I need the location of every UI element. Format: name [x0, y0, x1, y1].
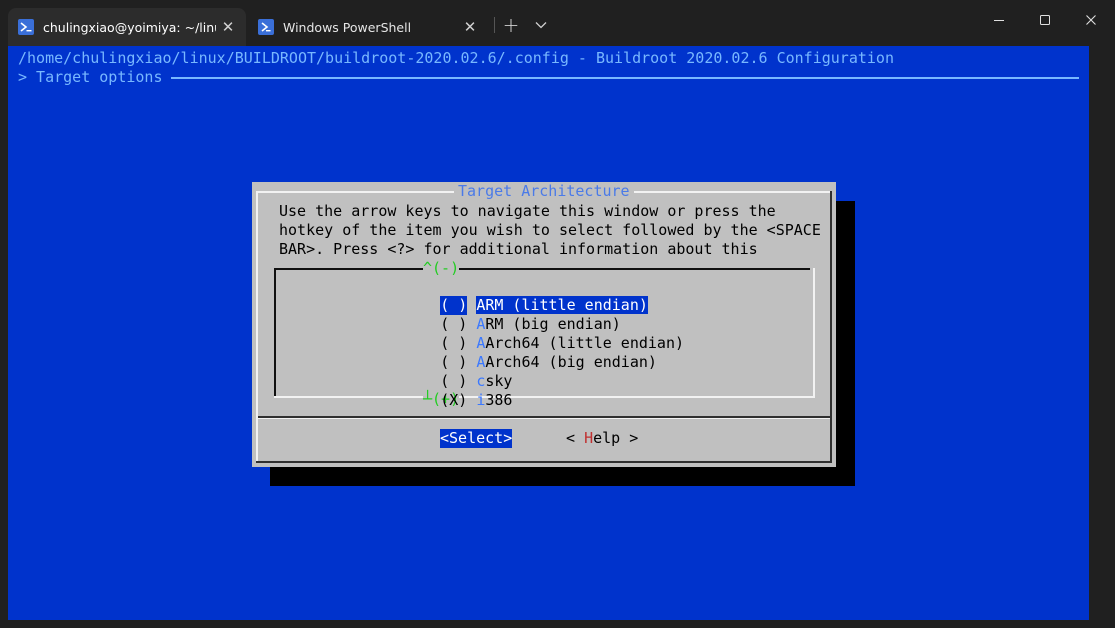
item-label: 386 — [485, 391, 513, 409]
maximize-icon — [1040, 15, 1050, 25]
select-button[interactable]: <Select> — [440, 429, 513, 448]
config-path-line: /home/chulingxiao/linux/BUILDROOT/buildr… — [18, 49, 894, 67]
close-tab-icon[interactable]: ✕ — [458, 15, 482, 39]
list-border — [274, 268, 810, 270]
chevron-down-icon — [535, 22, 547, 29]
tab-divider — [494, 17, 495, 33]
help-hotkey: H — [584, 429, 594, 447]
new-tab-button[interactable]: + — [496, 11, 526, 39]
close-icon — [1086, 15, 1096, 25]
powershell-icon — [258, 19, 274, 35]
list-border — [274, 268, 276, 398]
list-item-i386[interactable]: (X) i386 — [386, 372, 512, 429]
dialog-border — [830, 191, 832, 463]
scroll-up-indicator[interactable]: ^(-) — [423, 259, 460, 278]
tab-dropdown-button[interactable] — [528, 11, 554, 39]
help-line: Use the arrow keys to navigate this wind… — [279, 202, 776, 220]
help-button[interactable]: < Help > — [566, 429, 638, 448]
tab-powershell[interactable]: Windows PowerShell ✕ — [248, 8, 488, 46]
dialog-border — [256, 191, 258, 463]
close-tab-icon[interactable]: ✕ — [216, 15, 240, 39]
close-window-button[interactable] — [1068, 0, 1114, 40]
maximize-button[interactable] — [1022, 0, 1068, 40]
help-line: BAR>. Press <?> for additional informati… — [279, 240, 758, 258]
minimize-icon — [994, 20, 1004, 21]
breadcrumb-rule — [171, 77, 1079, 79]
item-hotkey: i — [476, 391, 486, 409]
terminal-pane[interactable]: /home/chulingxiao/linux/BUILDROOT/buildr… — [8, 46, 1089, 620]
button-area-divider — [258, 418, 830, 419]
tab-label: Windows PowerShell — [283, 19, 412, 35]
terminal-icon — [18, 19, 34, 35]
help-line: hotkey of the item you wish to select fo… — [279, 221, 821, 239]
list-border — [813, 268, 815, 398]
minimize-button[interactable] — [976, 0, 1022, 40]
dialog-title: Target Architecture — [454, 182, 634, 201]
tab-label: chulingxiao@yoimiya: ~/linux — [43, 19, 216, 35]
target-architecture-dialog: Target Architecture Use the arrow keys t… — [252, 182, 836, 467]
menu-breadcrumb: > Target options — [18, 68, 163, 86]
title-bar: chulingxiao@yoimiya: ~/linux ✕ Windows P… — [0, 0, 1115, 46]
dialog-border — [256, 461, 832, 463]
list-border — [274, 396, 815, 398]
tab-terminal[interactable]: chulingxiao@yoimiya: ~/linux ✕ — [8, 8, 246, 46]
radio-button[interactable]: (X) — [440, 391, 467, 410]
dialog-help-text: Use the arrow keys to navigate this wind… — [279, 202, 821, 259]
